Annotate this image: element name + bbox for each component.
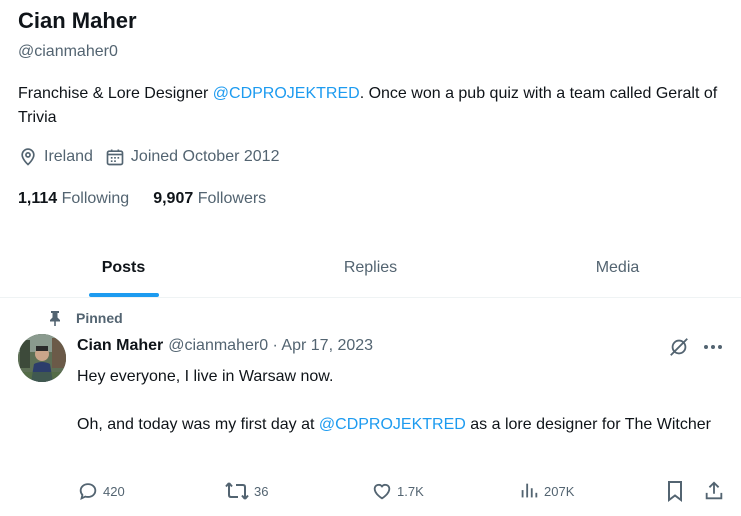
grok-button[interactable] — [668, 336, 690, 358]
repost-count: 36 — [254, 483, 269, 499]
tweet-handle-date[interactable]: @cianmaher0 · Apr 17, 2023 — [168, 337, 373, 355]
bookmark-button[interactable] — [665, 480, 689, 502]
avatar-image — [18, 334, 66, 382]
share-button[interactable] — [703, 480, 729, 502]
bio-text: Franchise & Lore Designer — [18, 85, 213, 102]
bookmark-icon — [668, 481, 682, 502]
reply-icon — [79, 483, 97, 500]
profile-tabs: Posts Replies Media — [0, 238, 741, 298]
views-button[interactable]: 207K — [518, 480, 574, 502]
pinned-indicator: Pinned — [48, 310, 123, 326]
profile-meta: Ireland Joined October 2012 — [18, 147, 291, 167]
joined-text: Joined October 2012 — [130, 148, 280, 165]
tab-replies-label: Replies — [343, 258, 398, 276]
pin-icon — [50, 311, 60, 326]
views-count: 207K — [544, 483, 575, 499]
pinned-label: Pinned — [76, 310, 123, 326]
tweet-actions: 420 36 1.7K 207K — [77, 478, 727, 504]
followers-count: 9,907 — [153, 190, 194, 207]
tab-posts-label: Posts — [101, 258, 146, 276]
tweet-header: Cian Maher @cianmaher0 · Apr 17, 2023 — [77, 337, 373, 355]
avatar[interactable] — [18, 334, 66, 382]
like-count: 1.7K — [397, 483, 424, 499]
tweet-text-segment-rest: as a lore designer for The Witcher — [465, 416, 711, 433]
profile-handle: @cianmaher0 — [18, 43, 118, 60]
more-icon — [704, 345, 722, 349]
tab-posts[interactable]: Posts — [0, 238, 247, 297]
reply-count: 420 — [103, 483, 125, 499]
following-label: Following — [61, 190, 130, 207]
tab-media[interactable]: Media — [494, 238, 741, 297]
more-button[interactable] — [702, 336, 724, 358]
tab-replies[interactable]: Replies — [247, 238, 494, 297]
bio-mention-link[interactable]: @CDPROJEKTRED — [213, 85, 360, 102]
like-button[interactable]: 1.7K — [371, 480, 424, 502]
profile-stats: 1,114 Following 9,907 Followers — [18, 190, 290, 208]
location-item: Ireland — [18, 147, 93, 167]
location-text: Ireland — [44, 148, 93, 165]
views-icon — [521, 483, 538, 498]
tweet-line-2: Oh, and today was my first day at @CDPRO… — [77, 413, 727, 437]
profile-bio: Franchise & Lore Designer @CDPROJEKTRED.… — [18, 82, 718, 130]
repost-icon — [225, 482, 249, 500]
grok-icon — [670, 338, 688, 356]
tweet-line-1: Hey everyone, I live in Warsaw now. — [77, 368, 334, 385]
joined-item: Joined October 2012 — [105, 147, 280, 167]
calendar-icon — [106, 149, 124, 166]
following-count: 1,114 — [18, 190, 58, 207]
tab-media-label: Media — [595, 258, 640, 276]
tweet-mention-link[interactable]: @CDPROJEKTRED — [319, 416, 466, 433]
tweet-author-name[interactable]: Cian Maher — [77, 337, 163, 355]
heart-icon — [373, 483, 391, 500]
active-tab-indicator — [88, 293, 159, 297]
tweet-text: Hey everyone, I live in Warsaw now. Oh, … — [77, 365, 727, 461]
followers-link[interactable]: 9,907 Followers — [153, 190, 266, 208]
share-icon — [705, 481, 723, 500]
following-link[interactable]: 1,114 Following — [18, 190, 129, 208]
profile-name: Cian Maher — [18, 8, 137, 33]
reply-button[interactable]: 420 — [77, 480, 125, 502]
tweet-text-segment: Oh, and today was my first day at — [77, 416, 319, 433]
location-pin-icon — [21, 148, 35, 166]
followers-label: Followers — [197, 190, 267, 207]
repost-button[interactable]: 36 — [224, 480, 268, 502]
